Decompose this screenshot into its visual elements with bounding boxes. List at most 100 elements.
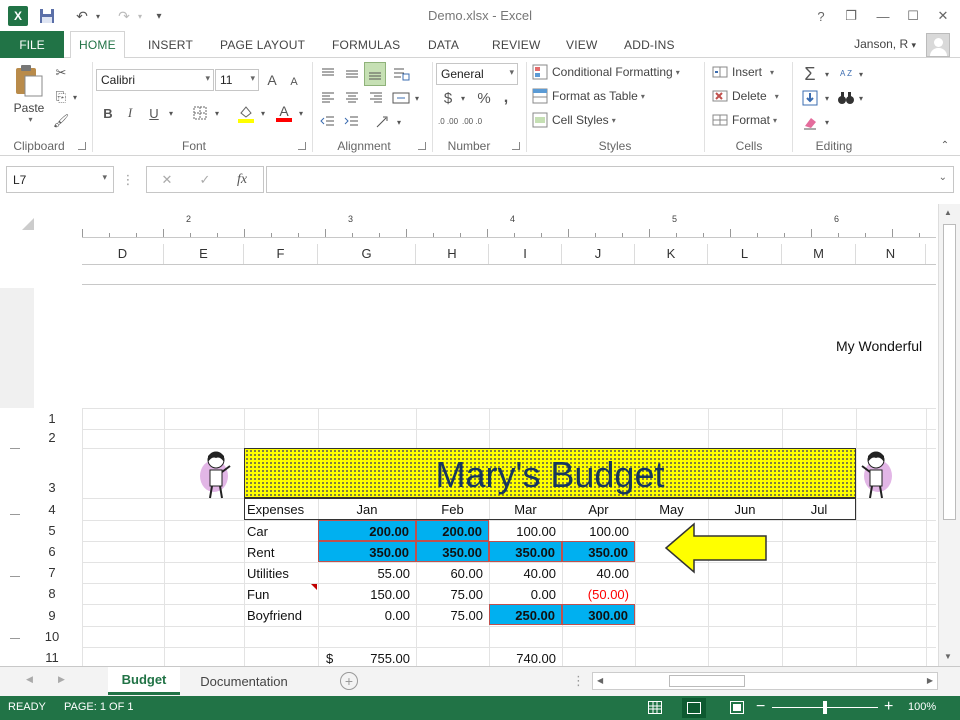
expense-value[interactable]: 150.00 (318, 584, 416, 605)
maximize-icon[interactable]: ☐ (902, 6, 924, 26)
column-header-l[interactable]: L (708, 244, 782, 264)
month-header-apr[interactable]: Apr (562, 499, 635, 520)
tab-home[interactable]: HOME (70, 31, 125, 59)
column-header-d[interactable]: D (82, 244, 164, 264)
expense-value[interactable]: 300.00 (562, 604, 635, 625)
column-header-f[interactable]: F (244, 244, 318, 264)
decrease-indent-icon[interactable] (318, 112, 338, 132)
row-header-5[interactable]: 5 (34, 520, 70, 541)
font-color-button[interactable]: A (274, 102, 294, 124)
expense-value[interactable]: 350.00 (318, 541, 416, 562)
cut-icon[interactable]: ✂ (52, 64, 70, 82)
align-center-icon[interactable] (342, 88, 362, 108)
expense-value[interactable]: 200.00 (416, 520, 489, 541)
alignment-launcher-icon[interactable] (418, 142, 426, 150)
sheet-tab-documentation[interactable]: Documentation (184, 667, 304, 695)
clear-dropdown-icon[interactable]: ▾ (822, 112, 832, 132)
percent-format-button[interactable]: % (474, 88, 494, 108)
autosum-dropdown-icon[interactable]: ▾ (822, 64, 832, 84)
row-header-1[interactable]: 1 (34, 408, 70, 429)
bold-button[interactable]: B (100, 104, 116, 122)
zoom-in-button[interactable]: + (884, 698, 893, 716)
fill-color-icon[interactable] (236, 102, 256, 124)
tab-review[interactable]: REVIEW (484, 31, 549, 58)
column-header-m[interactable]: M (782, 244, 856, 264)
month-header-may[interactable]: May (635, 499, 708, 520)
scroll-up-icon[interactable]: ▲ (944, 208, 952, 217)
row-header-3[interactable]: 3 (34, 477, 70, 498)
user-name[interactable]: Janson, R ▾ (854, 37, 916, 51)
expense-value[interactable]: 75.00 (416, 584, 489, 605)
normal-view-icon[interactable] (648, 701, 662, 714)
increase-indent-icon[interactable] (342, 112, 362, 132)
expense-value[interactable]: 350.00 (489, 541, 562, 562)
zoom-slider-thumb[interactable] (823, 701, 827, 714)
comment-indicator[interactable] (311, 584, 317, 590)
row-header-10[interactable]: 10 (34, 626, 70, 647)
font-size-select[interactable]: 11 ▾ (215, 69, 259, 91)
fill-dropdown-icon[interactable]: ▾ (822, 88, 832, 108)
tab-data[interactable]: DATA (420, 31, 467, 58)
borders-dropdown-icon[interactable]: ▾ (212, 104, 222, 122)
month-header-jun[interactable]: Jun (708, 499, 782, 520)
ribbon-display-options-icon[interactable]: ❐ (840, 6, 862, 26)
tab-page-layout[interactable]: PAGE LAYOUT (212, 31, 313, 58)
expense-value[interactable]: 200.00 (318, 520, 416, 541)
increase-decimal-button[interactable]: .0 .00 (438, 112, 458, 132)
expense-value[interactable]: 250.00 (489, 604, 562, 625)
tab-file[interactable]: FILE (0, 31, 64, 58)
page-break-view-icon[interactable] (730, 701, 744, 714)
expense-value[interactable]: 0.00 (318, 605, 416, 626)
format-cells-button[interactable]: Format ▾ (712, 112, 777, 128)
paste-button[interactable]: Paste ▾ (8, 64, 50, 134)
cell-styles-button[interactable]: Cell Styles ▾ (532, 112, 616, 128)
sheet-tab-budget[interactable]: Budget (108, 667, 180, 695)
page-header-text[interactable]: My Wonderful (836, 338, 922, 354)
insert-cells-button[interactable]: Insert ▾ (712, 64, 774, 80)
tab-insert[interactable]: INSERT (140, 31, 201, 58)
expense-value[interactable]: 0.00 (489, 584, 562, 605)
tab-split-icon[interactable]: ⋮ (572, 673, 585, 689)
row-header-11[interactable]: 11 (34, 647, 70, 666)
vertical-scrollbar[interactable]: ▲ ▼ (938, 204, 960, 666)
autosum-button[interactable]: Σ (800, 64, 820, 84)
expense-value[interactable]: 40.00 (562, 563, 635, 584)
collapse-ribbon-icon[interactable]: ⌃ (938, 138, 952, 152)
borders-icon[interactable] (190, 104, 210, 122)
number-format-select[interactable]: General ▾ (436, 63, 518, 85)
row-header-6[interactable]: 6 (34, 541, 70, 562)
format-as-table-button[interactable]: Format as Table ▾ (532, 88, 645, 104)
expense-value[interactable]: 60.00 (416, 563, 489, 584)
expense-label[interactable]: Utilities (247, 563, 318, 584)
tab-view[interactable]: VIEW (558, 31, 605, 58)
italic-button[interactable]: I (122, 104, 138, 122)
clipboard-launcher-icon[interactable] (78, 142, 86, 150)
copy-icon[interactable]: ⎘ (52, 88, 70, 106)
grow-font-button[interactable]: A (264, 71, 280, 89)
help-icon[interactable]: ? (810, 6, 832, 26)
underline-dropdown-icon[interactable]: ▾ (166, 104, 176, 122)
shrink-font-button[interactable]: A (286, 73, 302, 91)
align-left-icon[interactable] (318, 88, 338, 108)
font-launcher-icon[interactable] (298, 142, 306, 150)
row-header-2[interactable]: 2 (34, 427, 70, 448)
expense-label[interactable]: Boyfriend (247, 605, 318, 626)
month-header-feb[interactable]: Feb (416, 499, 489, 520)
zoom-level[interactable]: 100% (908, 701, 936, 713)
scroll-right-icon[interactable]: ▶ (927, 676, 933, 685)
format-painter-icon[interactable]: 🖌 (52, 112, 70, 130)
cancel-entry-icon[interactable]: ✕ (157, 170, 177, 190)
clear-icon[interactable] (800, 112, 820, 132)
next-sheet-icon[interactable]: ▶ (58, 674, 65, 685)
conditional-formatting-button[interactable]: Conditional Formatting ▾ (532, 64, 680, 80)
column-header-j[interactable]: J (562, 244, 635, 264)
merge-center-icon[interactable] (390, 88, 412, 108)
underline-button[interactable]: U (146, 104, 162, 122)
expense-value[interactable]: 40.00 (489, 563, 562, 584)
font-color-dropdown-icon[interactable]: ▾ (296, 104, 306, 122)
expense-value[interactable]: 75.00 (416, 605, 489, 626)
expense-label[interactable]: Rent (247, 542, 318, 563)
horizontal-scrollbar[interactable]: ◀ ▶ (592, 672, 938, 690)
insert-function-icon[interactable]: fx (231, 170, 253, 190)
clipart-woman-left[interactable] (196, 446, 236, 500)
